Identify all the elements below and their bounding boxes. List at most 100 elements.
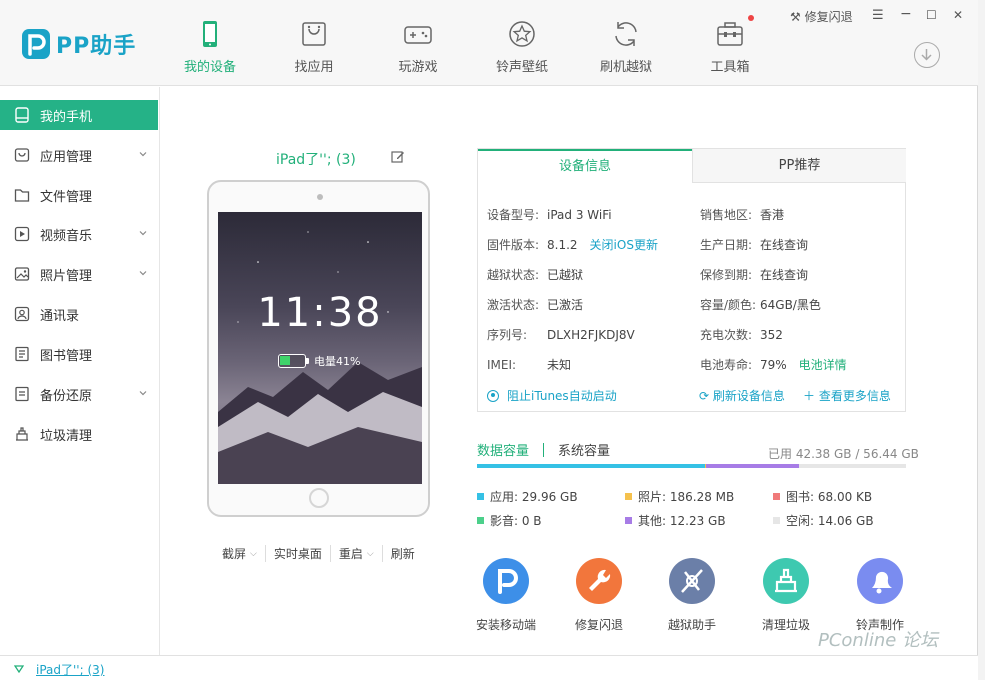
sidebar-item-contacts[interactable]: 通讯录 — [0, 299, 158, 329]
jailbreak-helper-button[interactable]: 越狱助手 — [647, 558, 737, 633]
sidebar-item-junk-clean[interactable]: 垃圾清理 — [0, 419, 158, 449]
close-button[interactable]: ✕ — [953, 8, 963, 22]
repair-crash-label: 修复闪退 — [804, 10, 853, 24]
triangle-down-icon[interactable] — [14, 665, 24, 673]
storage-segment — [706, 464, 800, 468]
clean-junk-button[interactable]: 清理垃圾 — [741, 558, 831, 633]
backup-icon — [15, 386, 29, 402]
install-mobile-button[interactable]: 安装移动端 — [461, 558, 551, 633]
battery-detail-link[interactable]: 电池详情 — [799, 358, 847, 372]
tab-device-info[interactable]: 设备信息 — [478, 149, 692, 183]
contacts-icon — [14, 306, 30, 322]
info-row: 容量/颜色: 64GB/黑色 — [700, 296, 821, 313]
top-bar: PP助手 我的设备 找应用 玩游戏 铃声壁纸 刷机越狱 工具箱 ⚒ 修复闪退 ☰… — [0, 0, 978, 86]
legend-other: 其他: 12.23 GB — [625, 512, 726, 529]
pp-logo-icon — [22, 29, 50, 59]
info-value: 352 — [760, 328, 783, 342]
phone-icon — [203, 21, 217, 47]
sidebar-item-video-music[interactable]: 视频音乐 — [0, 219, 158, 249]
ringtone-maker-button[interactable]: 铃声制作 — [835, 558, 925, 633]
refresh-info-link[interactable]: ⟳ 刷新设备信息 — [699, 387, 785, 404]
maximize-button[interactable]: ☐ — [926, 8, 937, 22]
tool-label: 安装移动端 — [475, 618, 536, 632]
nav-find-apps[interactable]: 找应用 — [269, 18, 359, 75]
pp-logo-icon — [498, 569, 518, 594]
legend-swatch — [773, 493, 780, 500]
block-itunes-label: 阻止iTunes自动启动 — [507, 389, 617, 403]
sidebar-item-label: 应用管理 — [40, 149, 93, 165]
toolbox-icon — [717, 22, 743, 46]
legend-swatch — [625, 517, 632, 524]
radio-icon — [487, 389, 499, 402]
sidebar-item-file-manage[interactable]: 文件管理 — [0, 180, 158, 210]
nav-toolbox[interactable]: 工具箱 — [685, 18, 775, 75]
more-info-link[interactable]: ＋ 查看更多信息 — [803, 387, 891, 404]
background-window — [978, 0, 985, 680]
minimize-button[interactable]: − — [900, 6, 912, 22]
nav-label: 工具箱 — [710, 60, 750, 75]
nav-games[interactable]: 玩游戏 — [373, 18, 463, 75]
info-row: 生产日期: 在线查询 — [700, 236, 808, 253]
production-date-link[interactable]: 在线查询 — [760, 238, 808, 252]
info-key: 固件版本: — [487, 238, 540, 252]
nav-jailbreak[interactable]: 刷机越狱 — [581, 18, 671, 75]
sidebar-item-photo-manage[interactable]: 照片管理 — [0, 259, 158, 289]
info-value: 未知 — [547, 358, 572, 372]
app-logo: PP助手 — [22, 28, 136, 60]
chevron-down-icon — [139, 231, 147, 236]
refresh-cycle-icon — [615, 22, 637, 46]
legend-media: 影音: 0 B — [477, 512, 542, 529]
storage-used: 已用 42.38 GB / 56.44 GB — [768, 447, 919, 461]
action-label: 刷新 — [390, 547, 415, 561]
download-button[interactable] — [914, 42, 940, 68]
tool-circle — [576, 558, 622, 604]
info-key: 电池寿命: — [700, 358, 753, 372]
disable-ios-update-link[interactable]: 关闭iOS更新 — [590, 238, 658, 252]
edit-icon[interactable] — [391, 150, 405, 164]
legend-label: 应用: 29.96 GB — [490, 490, 578, 504]
sidebar-item-app-manage[interactable]: 应用管理 — [0, 140, 158, 170]
legend-label: 影音: 0 B — [490, 514, 542, 528]
trash-icon — [16, 427, 28, 441]
live-desktop-button[interactable]: 实时桌面 — [266, 545, 331, 562]
block-itunes-toggle[interactable]: 阻止iTunes自动启动 — [487, 387, 617, 404]
info-value: 8.1.2 — [547, 238, 578, 252]
camera-dot — [317, 194, 323, 200]
restart-button[interactable]: 重启 ⌵ — [331, 545, 383, 562]
info-row: 序列号: DLXH2FJKDJ8V — [487, 326, 635, 343]
info-value: 79% — [760, 358, 787, 372]
nav-label: 铃声壁纸 — [495, 60, 548, 75]
nav-my-device[interactable]: 我的设备 — [165, 18, 255, 75]
wallpaper-image — [218, 231, 422, 484]
action-label: 实时桌面 — [273, 547, 322, 561]
legend-apps: 应用: 29.96 GB — [477, 488, 578, 505]
info-value: 已激活 — [547, 298, 584, 312]
tab-data-capacity[interactable]: 数据容量 — [477, 440, 529, 459]
connected-device-link[interactable]: iPad了''; (3) — [36, 661, 104, 678]
info-key: 充电次数: — [700, 328, 753, 342]
folder-icon — [14, 189, 30, 202]
menu-button[interactable]: ☰ — [872, 8, 884, 23]
legend-swatch — [773, 517, 780, 524]
refresh-button[interactable]: 刷新 — [383, 545, 423, 562]
tool-circle — [763, 558, 809, 604]
sidebar-item-book-manage[interactable]: 图书管理 — [0, 339, 158, 369]
app-window: PP助手 我的设备 找应用 玩游戏 铃声壁纸 刷机越狱 工具箱 ⚒ 修复闪退 ☰… — [0, 0, 978, 680]
sidebar-item-label: 视频音乐 — [40, 228, 93, 244]
info-value: iPad 3 WiFi — [547, 208, 612, 222]
download-arrow-icon — [921, 49, 932, 61]
repair-crash-link[interactable]: ⚒ 修复闪退 — [790, 8, 853, 25]
tab-system-capacity[interactable]: 系统容量 — [558, 440, 610, 459]
sidebar-item-backup-restore[interactable]: 备份还原 — [0, 379, 158, 409]
device-name: iPad了''; (3) — [276, 152, 356, 168]
sidebar-item-my-phone[interactable]: 我的手机 — [0, 100, 158, 130]
info-key: 序列号: — [487, 328, 528, 342]
info-key: 越狱状态: — [487, 268, 540, 282]
repair-crash-button[interactable]: 修复闪退 — [554, 558, 644, 633]
tab-pp-recommend[interactable]: PP推荐 — [692, 149, 906, 183]
nav-label: 刷机越狱 — [599, 60, 652, 75]
screenshot-button[interactable]: 截屏 ⌵ — [214, 545, 266, 562]
warranty-link[interactable]: 在线查询 — [760, 268, 808, 282]
chevron-down-icon — [139, 271, 147, 276]
nav-ringtones[interactable]: 铃声壁纸 — [477, 18, 567, 75]
